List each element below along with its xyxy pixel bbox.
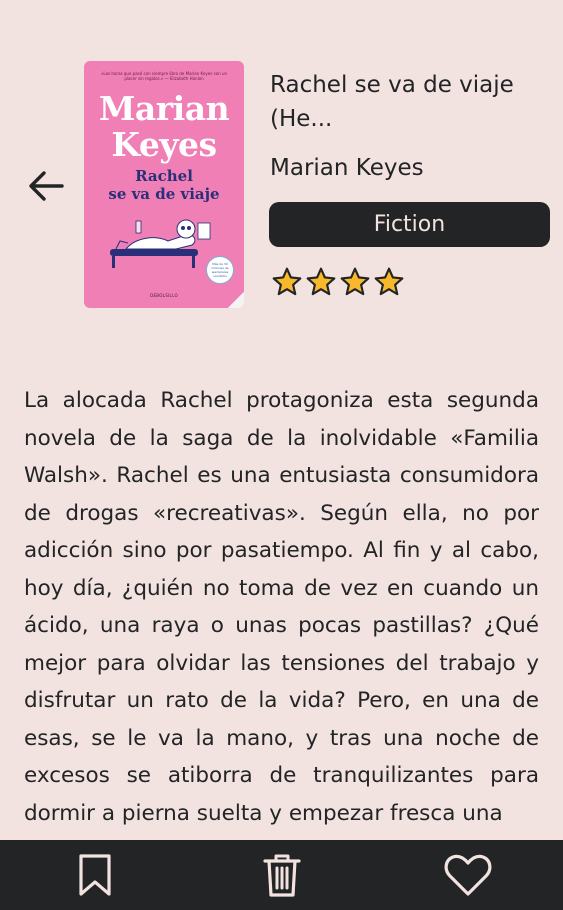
star-icon (340, 267, 370, 296)
heart-icon (444, 854, 492, 896)
cover-title: Rachel se va de viaje (84, 167, 244, 203)
cover-author-line1: Marian (98, 89, 230, 128)
book-description: La alocada Rachel protagoniza esta segun… (24, 388, 539, 826)
book-cover: «Las horas que pasé con siempre libro de… (84, 61, 244, 308)
cover-author: Marian Keyes (84, 91, 244, 163)
arrow-left-icon (29, 171, 64, 201)
bookmark-icon (79, 854, 111, 896)
cover-page-curl (228, 292, 244, 308)
cover-title-line2: se va de viaje (108, 185, 220, 203)
bookmark-button[interactable] (70, 850, 120, 900)
book-title: Rachel se va de viaje (He... (270, 72, 514, 132)
delete-button[interactable] (257, 850, 307, 900)
cover-illustration (110, 219, 211, 268)
rating-stars (271, 266, 405, 298)
star-icon (306, 267, 336, 296)
trash-icon (262, 854, 301, 897)
bottom-nav-bar (0, 840, 563, 910)
star-icon (374, 267, 404, 296)
cover-badge: Más de 30 millones de ejemplares vendido… (206, 256, 234, 284)
cover-tagline: «Las horas que pasé con siempre libro de… (100, 71, 228, 81)
book-author: Marian Keyes (270, 155, 424, 181)
genre-button[interactable]: Fiction (269, 202, 550, 247)
cover-author-line2: Keyes (111, 125, 217, 164)
cover-publisher: DEBOLSILLO (150, 293, 178, 298)
favorite-button[interactable] (443, 850, 493, 900)
back-button[interactable] (22, 162, 70, 210)
star-icon (272, 267, 302, 296)
cover-title-line1: Rachel (135, 167, 193, 185)
